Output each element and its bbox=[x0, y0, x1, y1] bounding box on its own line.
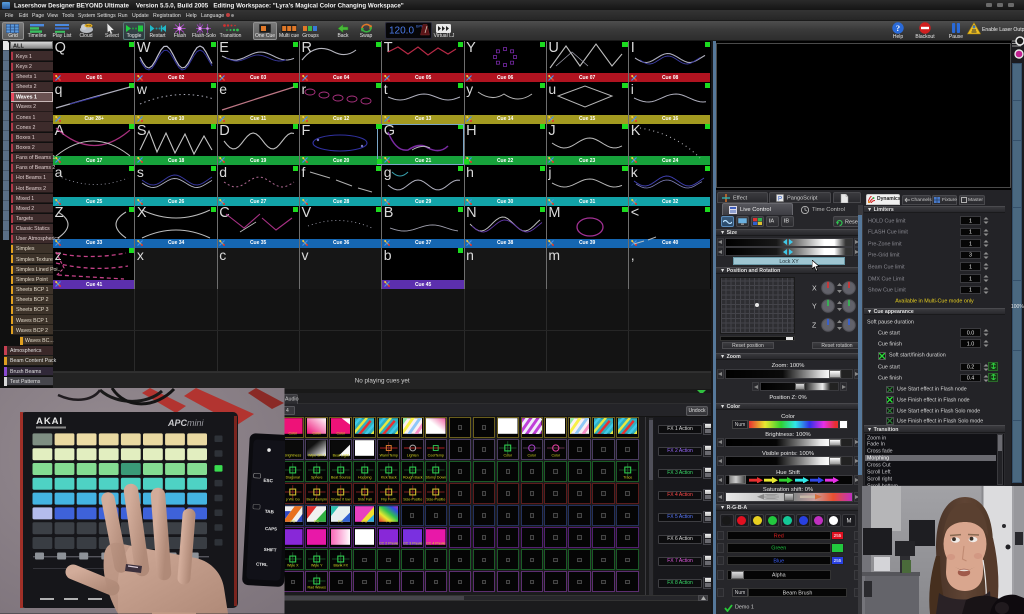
svg-text:ESC: ESC bbox=[263, 478, 273, 484]
svg-text:P: P bbox=[778, 197, 782, 203]
svg-text:CTRL: CTRL bbox=[256, 562, 268, 568]
svg-text:SHIFT: SHIFT bbox=[264, 547, 277, 553]
svg-text:AKAI: AKAI bbox=[36, 416, 63, 427]
svg-text:APCmini: APCmini bbox=[167, 418, 204, 428]
svg-text:CAPS: CAPS bbox=[265, 526, 277, 532]
svg-text:TAB: TAB bbox=[265, 509, 275, 515]
